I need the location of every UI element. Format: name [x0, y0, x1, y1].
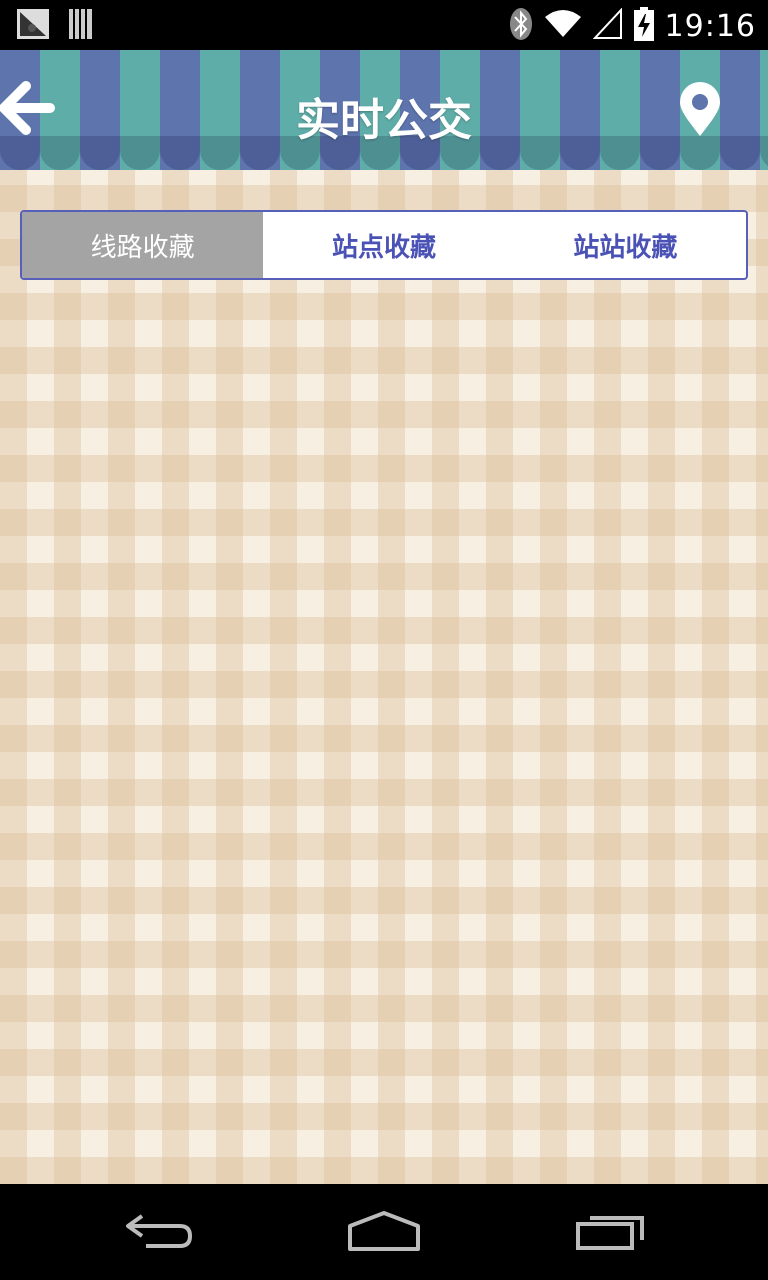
tab-route-favorites[interactable]: 站站收藏: [505, 212, 746, 278]
battery-charging-icon: [633, 6, 655, 46]
nav-back-button[interactable]: [124, 1210, 194, 1254]
wifi-icon: [543, 9, 583, 43]
nav-home-button[interactable]: [346, 1210, 422, 1256]
signal-icon: [592, 7, 623, 44]
home-icon: [348, 1211, 420, 1251]
status-bar: 19:16: [0, 0, 768, 50]
tab-line-favorites[interactable]: 线路收藏: [22, 212, 264, 278]
tab-stop-favorites[interactable]: 站点收藏: [263, 212, 504, 278]
barcode-icon: [68, 8, 94, 44]
page-title: 实时公交: [296, 95, 472, 146]
location-pin-icon: [680, 82, 720, 136]
notification-icon: [16, 8, 50, 44]
navigation-bar: [0, 1184, 768, 1280]
location-button[interactable]: [676, 82, 726, 142]
favorites-tabs: 线路收藏 站点收藏 站站收藏: [20, 210, 748, 280]
content-area: 线路收藏 站点收藏 站站收藏: [0, 170, 768, 1184]
recent-apps-icon: [576, 1216, 644, 1250]
nav-recent-button[interactable]: [574, 1210, 646, 1256]
status-time: 19:16: [664, 8, 756, 44]
title-bar: 实时公交: [0, 50, 768, 170]
bluetooth-icon: [509, 7, 533, 45]
back-icon: [126, 1214, 193, 1248]
